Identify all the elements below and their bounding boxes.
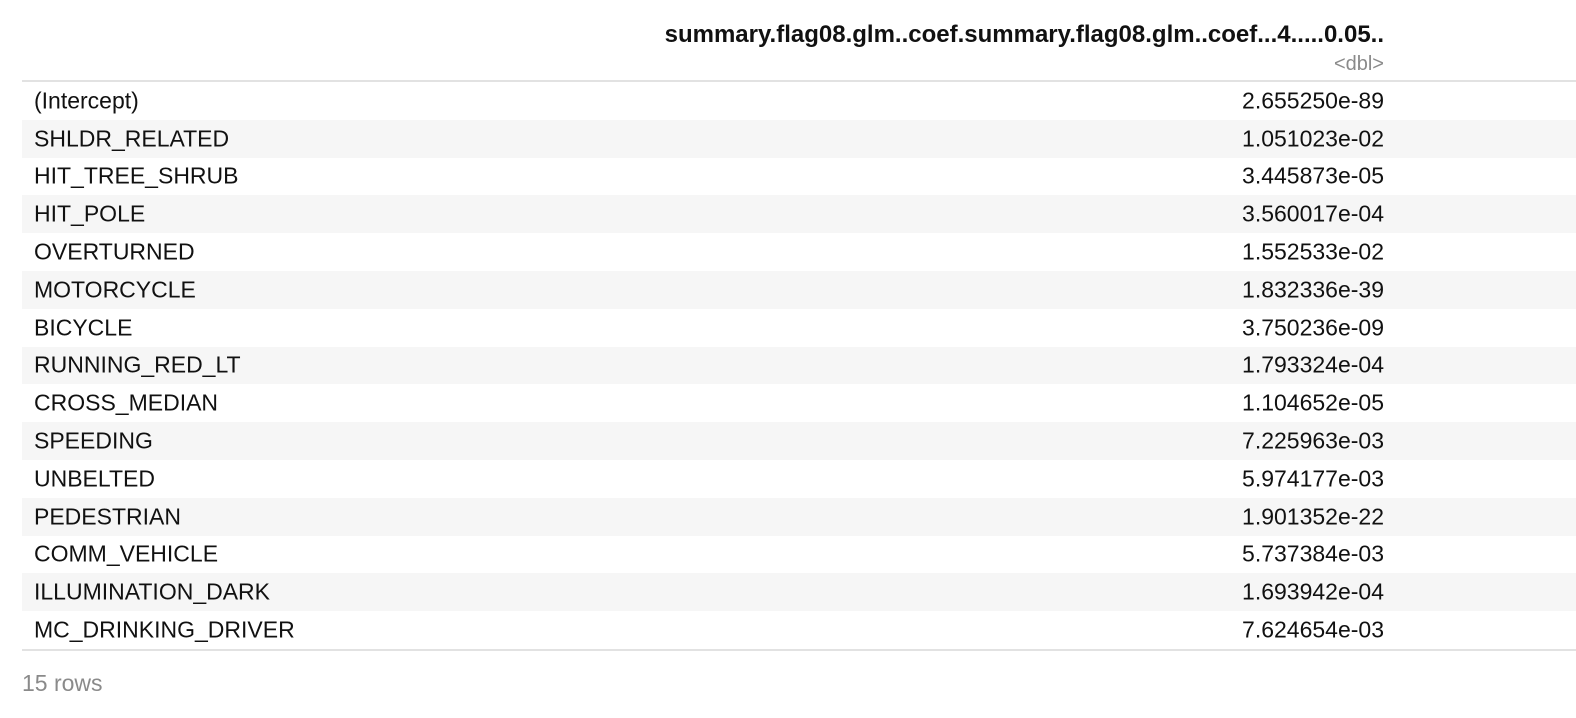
table-row: HIT_POLE 3.560017e-04 [22, 195, 1576, 234]
table-row: OVERTURNED 1.552533e-02 [22, 233, 1576, 271]
row-name-cell: SHLDR_RELATED [34, 125, 230, 152]
row-count-label: 15 rows [22, 670, 103, 696]
table-row: MC_DRINKING_DRIVER 7.624654e-03 [22, 611, 1576, 649]
row-name-cell: PEDESTRIAN [34, 503, 181, 530]
table-row: COMM_VEHICLE 5.737384e-03 [22, 536, 1576, 574]
table-row: SHLDR_RELATED 1.051023e-02 [22, 119, 1576, 158]
row-value-cell: 3.560017e-04 [1242, 200, 1384, 227]
table-header: summary.flag08.glm..coef.summary.flag08.… [22, 0, 1576, 82]
table-row: UNBELTED 5.974177e-03 [22, 460, 1576, 498]
row-name-cell: SPEEDING [34, 427, 153, 454]
table-row: RUNNING_RED_LT 1.793324e-04 [22, 346, 1576, 385]
row-name-cell: UNBELTED [34, 465, 155, 492]
table-body: (Intercept) 2.655250e-89 SHLDR_RELATED 1.05… [22, 82, 1576, 651]
table-row: CROSS_MEDIAN 1.104652e-05 [22, 384, 1576, 422]
row-value-cell: 7.225963e-03 [1242, 427, 1384, 454]
row-value-cell: 1.552533e-02 [1242, 238, 1384, 265]
row-name-cell: COMM_VEHICLE [34, 540, 219, 567]
row-name-cell: OVERTURNED [34, 238, 195, 265]
table-row: HIT_TREE_SHRUB 3.445873e-05 [22, 158, 1576, 196]
column-type-label: <dbl> [1333, 53, 1384, 75]
row-value-cell: 7.624654e-03 [1242, 616, 1384, 643]
row-value-cell: 1.051023e-02 [1242, 125, 1384, 152]
row-value-cell: 1.832336e-39 [1242, 276, 1384, 303]
table-row: ILLUMINATION_DARK 1.693942e-04 [22, 573, 1576, 612]
row-name-cell: (Intercept) [34, 87, 139, 114]
row-value-cell: 2.655250e-89 [1242, 87, 1384, 114]
data-table: summary.flag08.glm..coef.summary.flag08.… [22, 0, 1576, 651]
row-name-cell: ILLUMINATION_DARK [34, 578, 271, 605]
table-row: MOTORCYCLE 1.832336e-39 [22, 270, 1576, 309]
row-value-cell: 1.693942e-04 [1242, 578, 1384, 605]
row-value-cell: 1.104652e-05 [1242, 389, 1384, 416]
row-name-cell: HIT_TREE_SHRUB [34, 162, 239, 189]
row-value-cell: 3.750236e-09 [1242, 314, 1384, 341]
row-value-cell: 1.901352e-22 [1242, 503, 1384, 530]
row-name-cell: RUNNING_RED_LT [34, 351, 241, 378]
row-value-cell: 3.445873e-05 [1242, 162, 1384, 189]
row-value-cell: 1.793324e-04 [1242, 351, 1384, 378]
row-value-cell: 5.974177e-03 [1242, 465, 1384, 492]
row-name-cell: BICYCLE [34, 314, 133, 341]
row-name-cell: CROSS_MEDIAN [34, 389, 219, 416]
row-name-cell: HIT_POLE [34, 200, 146, 227]
column-header[interactable]: summary.flag08.glm..coef.summary.flag08.… [665, 20, 1384, 50]
row-value-cell: 5.737384e-03 [1242, 540, 1384, 567]
table-row: (Intercept) 2.655250e-89 [22, 82, 1576, 120]
row-name-cell: MOTORCYCLE [34, 276, 196, 303]
table-row: SPEEDING 7.225963e-03 [22, 422, 1576, 460]
table-row: PEDESTRIAN 1.901352e-22 [22, 497, 1576, 536]
row-name-cell: MC_DRINKING_DRIVER [34, 616, 295, 643]
table-row: BICYCLE 3.750236e-09 [22, 309, 1576, 347]
